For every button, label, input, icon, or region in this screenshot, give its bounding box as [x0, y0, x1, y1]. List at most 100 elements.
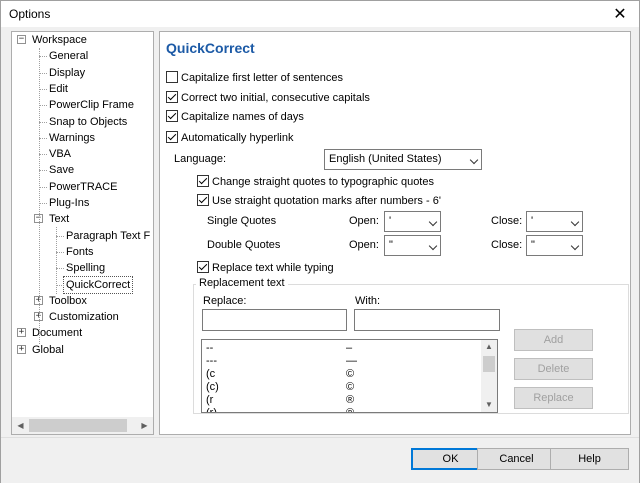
list-item[interactable]: --- —: [206, 355, 486, 368]
tree-connector: [39, 137, 47, 139]
checkbox-box[interactable]: [166, 110, 178, 122]
checkbox-box[interactable]: [197, 194, 209, 206]
replacement-group-title: Replacement text: [196, 277, 288, 289]
checkbox-label: Correct two initial, consecutive capital…: [181, 92, 370, 104]
single-open-label: Open:: [349, 215, 379, 227]
scroll-down-icon[interactable]: ▼: [481, 398, 497, 412]
list-vertical-scrollbar[interactable]: ▲ ▼: [481, 340, 497, 412]
replace-input[interactable]: [202, 309, 347, 331]
single-quotes-label: Single Quotes: [207, 215, 277, 227]
single-close-label: Close:: [491, 215, 523, 227]
list-item-replace: ---: [206, 355, 217, 367]
options-tree[interactable]: Workspace − General Display Edit PowerClip Fr…: [11, 31, 154, 435]
tree-item-display[interactable]: Display: [49, 65, 85, 81]
list-item-with: ©: [346, 368, 355, 380]
replace-button[interactable]: Replace: [514, 387, 593, 409]
scroll-left-icon[interactable]: ◀: [12, 417, 29, 434]
tree-item-plug-ins[interactable]: Plug-Ins: [49, 195, 89, 211]
list-item[interactable]: (r ®: [206, 394, 486, 407]
checkbox-box[interactable]: [166, 91, 178, 103]
tree-item-warnings[interactable]: Warnings: [49, 130, 95, 146]
tree-item-powertrace[interactable]: PowerTRACE: [49, 179, 117, 195]
tree-item-snap-to-objects[interactable]: Snap to Objects: [49, 114, 127, 130]
tree-connector: [39, 105, 47, 107]
help-button[interactable]: Help: [550, 448, 629, 470]
tree-horizontal-scrollbar[interactable]: ◀ ▶: [12, 417, 153, 434]
list-item[interactable]: (c) ©: [206, 381, 486, 394]
tree-item-quickcorrect[interactable]: QuickCorrect: [62, 275, 134, 294]
tree-item-customization[interactable]: Customization: [49, 309, 119, 325]
tree-connector: [39, 186, 47, 188]
list-item-with: ©: [346, 381, 355, 393]
list-item-with: –: [346, 342, 353, 354]
with-input[interactable]: [354, 309, 500, 331]
double-quotes-label: Double Quotes: [207, 239, 281, 251]
expand-icon[interactable]: +: [17, 328, 26, 338]
checkbox-box[interactable]: [166, 71, 178, 83]
tree-item-edit[interactable]: Edit: [49, 81, 68, 97]
close-icon[interactable]: ✕: [605, 2, 635, 26]
checkbox-label: Capitalize first letter of sentences: [181, 72, 344, 84]
tree-item-general[interactable]: General: [49, 48, 88, 64]
tree-connector: [39, 88, 47, 90]
tree-item-workspace[interactable]: Workspace: [32, 32, 87, 48]
scroll-thumb[interactable]: [483, 356, 495, 372]
tree-connector: [56, 251, 64, 253]
delete-button[interactable]: Delete: [514, 358, 593, 380]
single-open-dropdown[interactable]: ': [384, 211, 441, 232]
double-open-label: Open:: [349, 239, 379, 251]
tree-item-spelling[interactable]: Spelling: [66, 260, 105, 276]
checkbox-box[interactable]: [166, 131, 178, 143]
tree-item-fonts[interactable]: Fonts: [66, 244, 94, 260]
scroll-thumb[interactable]: [29, 419, 127, 432]
tree-item-vba[interactable]: VBA: [49, 146, 71, 162]
straight-after-numbers-checkbox[interactable]: Use straight quotation marks after numbe…: [197, 194, 441, 208]
cancel-button[interactable]: Cancel: [477, 448, 556, 470]
tree-item-save[interactable]: Save: [49, 162, 74, 178]
checkbox-label: Replace text while typing: [212, 262, 334, 274]
capitalize-first-checkbox[interactable]: Capitalize first letter of sentences: [166, 71, 343, 85]
title-bar: Options ✕: [1, 1, 639, 27]
chevron-down-icon: [428, 217, 438, 227]
expand-icon[interactable]: +: [17, 344, 26, 354]
change-quotes-checkbox[interactable]: Change straight quotes to typographic qu…: [197, 175, 434, 189]
tree-item-powerclip-frame[interactable]: PowerClip Frame: [49, 97, 134, 113]
add-button[interactable]: Add: [514, 329, 593, 351]
list-item[interactable]: -- –: [206, 342, 486, 355]
capitalize-days-checkbox[interactable]: Capitalize names of days: [166, 110, 304, 124]
list-item-with: ®: [346, 407, 355, 413]
tree-item-global[interactable]: Global: [32, 342, 64, 358]
language-dropdown[interactable]: English (United States): [324, 149, 482, 170]
tree-connector: [39, 170, 47, 172]
tree-item-paragraph-text-f[interactable]: Paragraph Text F: [66, 228, 150, 244]
replacement-list[interactable]: -- – --- — (c © (c) © (r ® (r) ® ▲ ▼: [201, 339, 498, 413]
replace-while-typing-checkbox[interactable]: Replace text while typing: [197, 261, 334, 275]
chevron-down-icon: [428, 241, 438, 251]
collapse-icon[interactable]: −: [17, 35, 26, 44]
auto-hyperlink-checkbox[interactable]: Automatically hyperlink: [166, 131, 294, 145]
chevron-down-icon: [469, 155, 479, 165]
list-item-with: ®: [346, 394, 355, 406]
tree-connector: [39, 203, 47, 204]
single-close-dropdown[interactable]: ': [526, 211, 583, 232]
tree-item-text[interactable]: Text: [49, 211, 69, 227]
double-close-dropdown[interactable]: ": [526, 235, 583, 256]
scroll-right-icon[interactable]: ▶: [136, 417, 153, 434]
tree-connector: [39, 72, 47, 74]
scroll-up-icon[interactable]: ▲: [481, 340, 497, 354]
correct-two-initial-checkbox[interactable]: Correct two initial, consecutive capital…: [166, 91, 370, 105]
chevron-down-icon: [570, 241, 580, 251]
checkbox-label: Change straight quotes to typographic qu…: [212, 176, 434, 188]
with-label: With:: [355, 295, 381, 307]
tree-connector: [56, 284, 64, 286]
checkbox-label: Capitalize names of days: [181, 111, 304, 123]
checkbox-box[interactable]: [197, 261, 209, 273]
tree-connector: [39, 121, 47, 123]
list-item[interactable]: (c ©: [206, 368, 486, 381]
checkbox-box[interactable]: [197, 175, 209, 187]
tree-item-toolbox[interactable]: Toolbox: [49, 293, 87, 309]
list-item[interactable]: (r) ®: [206, 407, 486, 413]
double-open-dropdown[interactable]: ": [384, 235, 441, 256]
list-item-replace: (r): [206, 407, 217, 413]
double-close-value: ": [531, 239, 535, 251]
